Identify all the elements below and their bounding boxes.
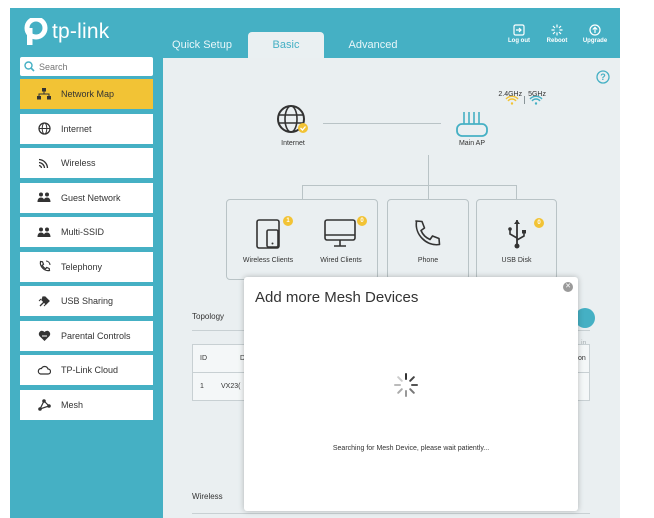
connector-line (428, 185, 429, 200)
close-icon[interactable]: ✕ (563, 282, 573, 292)
usb-disk-count-badge: 0 (534, 218, 544, 228)
search-input[interactable] (39, 61, 139, 72)
network-map-icon (37, 87, 51, 101)
logout-icon (513, 24, 525, 36)
table-header-id: ID (200, 355, 207, 362)
reboot-button[interactable]: Reboot (540, 24, 574, 44)
sidebar-item-wireless[interactable]: Wireless (20, 148, 153, 178)
add-mesh-device-button[interactable] (575, 308, 595, 328)
table-header-action: on (578, 355, 586, 362)
section-divider (192, 513, 590, 514)
tab-quick-setup[interactable]: Quick Setup (162, 32, 242, 58)
sidebar-item-internet[interactable]: Internet (20, 113, 153, 144)
logout-label: Log out (508, 38, 530, 44)
sidebar-item-label: USB Sharing (61, 296, 114, 306)
wired-clients-icon[interactable] (323, 218, 357, 248)
router-icon[interactable] (455, 110, 489, 138)
guest-users-icon (37, 191, 51, 205)
tp-link-logo[interactable]: tp-link (22, 16, 110, 46)
phone-icon (415, 220, 441, 246)
top-tabs: Quick Setup Basic Advanced (162, 32, 418, 58)
search-icon (24, 61, 35, 72)
dialog-message: Searching for Mesh Device, please wait p… (332, 445, 490, 452)
sidebar-item-label: TP-Link Cloud (61, 365, 119, 375)
help-icon[interactable]: ? (596, 70, 610, 84)
upgrade-button[interactable]: Upgrade (578, 24, 612, 44)
usb-sharing-icon (37, 294, 51, 308)
wired-clients-label: Wired Clients (320, 257, 362, 264)
band-24ghz-label: 2.4GHz (498, 91, 523, 98)
upgrade-label: Upgrade (582, 38, 608, 44)
sidebar-item-usb-sharing[interactable]: USB Sharing (20, 286, 153, 316)
phone-label: Phone (417, 257, 439, 264)
table-row-device: VX23( (221, 383, 241, 390)
sidebar-item-label: Wireless (61, 158, 96, 168)
usb-disk-icon (508, 220, 526, 249)
sidebar-item-label: Telephony (61, 261, 103, 272)
usb-disk-label: USB Disk (501, 257, 532, 264)
wireless-clients-label: Wireless Clients (242, 257, 294, 264)
wireless-section-title: Wireless (192, 492, 223, 501)
dialog-title: Add more Mesh Devices (255, 289, 419, 306)
header-actions: Log out Reboot Upgrade (502, 24, 612, 44)
sidebar-item-label: Internet (61, 123, 92, 134)
multi-ssid-icon (37, 225, 51, 239)
connector-line (323, 123, 441, 124)
sidebar-item-network-map[interactable]: Network Map (20, 79, 153, 109)
main-ap-label: Main AP (458, 140, 486, 147)
logo-text: tp-link (52, 20, 110, 43)
globe-icon (37, 122, 51, 136)
band-5ghz-label: 5GHz (528, 91, 546, 98)
tp-link-logo-mark-icon (22, 16, 48, 46)
connector-line (516, 185, 517, 200)
add-mesh-devices-dialog: Add more Mesh Devices ✕ Searching for Me… (244, 277, 578, 511)
wifi-icon (37, 156, 51, 170)
sidebar-item-mesh[interactable]: Mesh (20, 389, 153, 420)
cloud-icon (37, 363, 51, 377)
upgrade-icon (589, 24, 601, 36)
band-labels: 2.4GHz 5GHz (498, 91, 546, 98)
reboot-label: Reboot (546, 38, 568, 44)
loading-spinner-icon (394, 373, 418, 397)
connector-line (428, 155, 429, 185)
sidebar-item-telephony[interactable]: Telephony (20, 251, 153, 282)
sidebar-item-parental-controls[interactable]: Parental Controls (20, 320, 153, 351)
sidebar-menu: Network Map Internet Wireless Guest Netw… (20, 79, 153, 424)
tab-basic[interactable]: Basic (248, 32, 324, 58)
sidebar-item-label: Network Map (61, 89, 115, 99)
sidebar-item-label: Multi-SSID (61, 227, 105, 237)
sidebar-item-label: Guest Network (61, 192, 121, 203)
reboot-icon (551, 24, 563, 36)
wired-clients-count-badge: 0 (357, 216, 367, 226)
svg-text:?: ? (600, 72, 606, 82)
sidebar-item-tp-link-cloud[interactable]: TP-Link Cloud (20, 355, 153, 385)
table-row-id: 1 (200, 383, 204, 390)
telephony-icon (37, 260, 51, 274)
sidebar-item-multi-ssid[interactable]: Multi-SSID (20, 217, 153, 247)
logout-button[interactable]: Log out (502, 24, 536, 44)
connector-line (302, 185, 303, 200)
internet-label: Internet (281, 140, 305, 147)
sidebar-item-label: Mesh (61, 399, 84, 410)
parental-heart-icon (37, 329, 51, 343)
connector-line (302, 185, 516, 186)
internet-globe-icon[interactable] (275, 104, 311, 136)
sidebar-item-guest-network[interactable]: Guest Network (20, 182, 153, 213)
search-box[interactable] (20, 57, 153, 76)
topology-section-title: Topology (192, 312, 225, 321)
wireless-clients-icon[interactable] (255, 218, 283, 250)
tab-advanced[interactable]: Advanced (328, 32, 418, 58)
sidebar-item-label: Parental Controls (61, 330, 131, 341)
wireless-clients-count-badge: 1 (283, 216, 293, 226)
mesh-icon (37, 398, 51, 412)
